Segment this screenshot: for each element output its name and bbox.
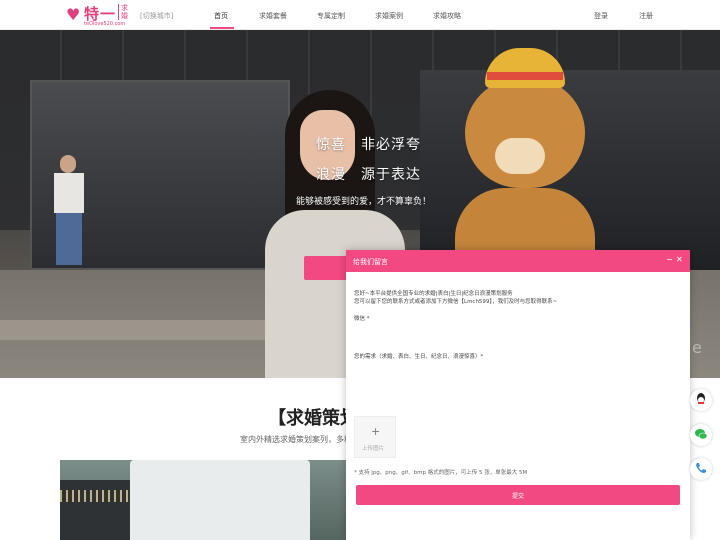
close-icon[interactable]: ✕ (676, 255, 683, 264)
message-panel: 给我们留言 − ✕ 您好~本平台提供全国专业的求婚|表白|生日|纪念日浪漫策划服… (346, 250, 690, 540)
upload-hint: * 支持 jpg、png、gif、bmp 格式的图片，可上传 5 张，单张最大 … (354, 470, 528, 476)
qq-icon (694, 392, 708, 410)
needs-label: 您的需求（求婚、表白、生日、纪念日、浪漫惊喜）* (354, 354, 484, 360)
upload-image-button[interactable]: + 上传图片 (354, 416, 396, 458)
upload-label: 上传图片 (362, 446, 385, 452)
site-logo[interactable]: ♥ 特一 求婚 teOlove520.com (66, 3, 130, 27)
nav-home[interactable]: 首页 (214, 11, 228, 21)
nav-custom[interactable]: 专属定制 (317, 11, 345, 21)
panel-intro-line-1: 您好~本平台提供全国专业的求婚|表白|生日|纪念日浪漫策划服务 (354, 291, 513, 297)
case-image[interactable] (60, 460, 350, 540)
register-link[interactable]: 注册 (639, 11, 653, 21)
wechat-label: 微信 * (354, 316, 370, 322)
heart-logo-icon: ♥ (66, 5, 81, 24)
bystander-figure (52, 155, 86, 265)
phone-button[interactable] (690, 458, 712, 480)
section-title: 【求婚策划 (268, 408, 358, 429)
message-panel-header: 给我们留言 − ✕ (346, 250, 690, 272)
nav-guides[interactable]: 求婚攻略 (433, 11, 461, 21)
logo-sub: 求婚 (118, 4, 128, 20)
submit-button[interactable]: 提交 (356, 485, 680, 505)
hero-subtitle: 能够被感受到的爱，才不算辜负！ (296, 197, 432, 207)
nav-packages[interactable]: 求婚套餐 (259, 11, 287, 21)
logo-url: teOlove520.com (84, 21, 126, 27)
city-switch-link[interactable]: [切换城市] (140, 11, 173, 21)
nav-cases[interactable]: 求婚案例 (375, 11, 403, 21)
login-link[interactable]: 登录 (594, 11, 608, 21)
nav-active-indicator (210, 27, 234, 29)
hero-line-2: 浪漫 源于表达 (316, 167, 421, 183)
wechat-button[interactable] (690, 424, 712, 446)
panel-intro-line-2: 您可以留下您的联系方式或者添加下方微信【Lmch599】，我们及时与您取得联系~ (354, 299, 558, 305)
qq-button[interactable] (690, 389, 712, 411)
top-header: ♥ 特一 求婚 teOlove520.com [切换城市] 首页 求婚套餐 专属… (0, 0, 720, 30)
message-panel-title: 给我们留言 (353, 258, 388, 266)
hero-line-1: 惊喜 非必浮夸 (316, 137, 421, 153)
watermark-letter: e (692, 338, 702, 357)
phone-icon (694, 461, 708, 479)
needs-textarea[interactable] (354, 362, 682, 410)
plus-icon: + (371, 425, 381, 438)
minimize-icon[interactable]: − (666, 255, 673, 264)
section-desc: 室内外精选求婚策划案列，多种 (240, 435, 352, 444)
wechat-input[interactable] (354, 324, 682, 348)
wechat-icon (694, 427, 708, 445)
